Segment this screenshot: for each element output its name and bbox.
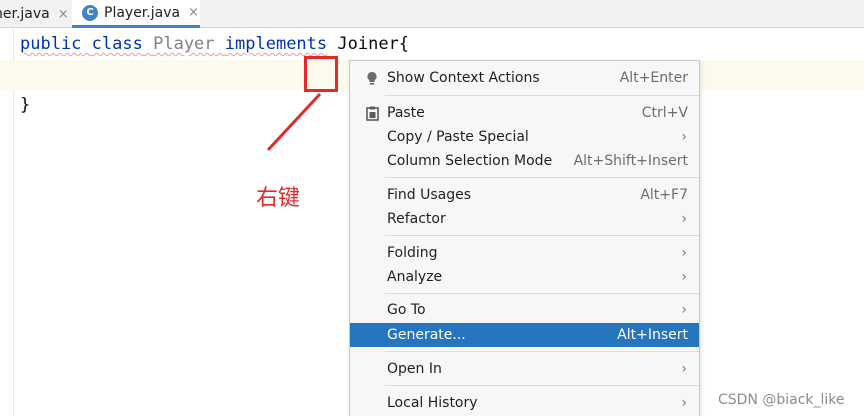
context-menu: Show Context Actions Alt+Enter Paste Ctr… xyxy=(349,60,700,416)
menu-item-open-in[interactable]: Open In › xyxy=(350,357,699,381)
menu-item-folding[interactable]: Folding › xyxy=(350,241,699,265)
chevron-right-icon: › xyxy=(681,269,687,285)
menu-item-shortcut: Alt+Insert xyxy=(617,327,688,343)
watermark: CSDN @biack_like xyxy=(718,392,845,408)
menu-item-label: Refactor xyxy=(387,211,446,227)
menu-separator xyxy=(385,235,699,236)
menu-item-find-usages[interactable]: Find Usages Alt+F7 xyxy=(350,183,699,207)
menu-item-label: Local History xyxy=(387,395,478,411)
menu-item-label: Open In xyxy=(387,361,442,377)
menu-separator xyxy=(385,351,699,352)
chevron-right-icon: › xyxy=(681,395,687,411)
menu-item-generate[interactable]: Generate... Alt+Insert xyxy=(350,323,699,347)
menu-item-label: Analyze xyxy=(387,269,443,285)
menu-item-show-context-actions[interactable]: Show Context Actions Alt+Enter xyxy=(350,66,699,90)
menu-item-label: Folding xyxy=(387,245,438,261)
menu-item-shortcut: Alt+Enter xyxy=(619,70,688,86)
menu-separator xyxy=(385,385,699,386)
menu-item-copy-paste-special[interactable]: Copy / Paste Special › xyxy=(350,125,699,149)
menu-item-label: Column Selection Mode xyxy=(387,153,553,169)
menu-separator xyxy=(385,95,699,96)
menu-item-column-selection-mode[interactable]: Column Selection Mode Alt+Shift+Insert xyxy=(350,149,699,173)
bulb-icon xyxy=(364,70,380,86)
menu-item-label: Copy / Paste Special xyxy=(387,129,529,145)
chevron-right-icon: › xyxy=(681,211,687,227)
menu-item-refactor[interactable]: Refactor › xyxy=(350,207,699,231)
menu-item-label: Generate... xyxy=(387,327,466,343)
menu-item-shortcut: Alt+F7 xyxy=(640,187,688,203)
menu-item-label: Paste xyxy=(387,105,425,121)
menu-item-label: Find Usages xyxy=(387,187,472,203)
chevron-right-icon: › xyxy=(681,129,687,145)
menu-item-local-history[interactable]: Local History › xyxy=(350,391,699,415)
menu-item-go-to[interactable]: Go To › xyxy=(350,298,699,322)
chevron-right-icon: › xyxy=(681,361,687,377)
menu-item-analyze[interactable]: Analyze › xyxy=(350,265,699,289)
menu-item-paste[interactable]: Paste Ctrl+V xyxy=(350,101,699,125)
menu-item-label: Show Context Actions xyxy=(387,70,540,86)
menu-item-shortcut: Alt+Shift+Insert xyxy=(573,153,688,169)
chevron-right-icon: › xyxy=(681,245,687,261)
menu-separator xyxy=(385,293,699,294)
chevron-right-icon: › xyxy=(681,302,687,318)
menu-item-label: Go To xyxy=(387,302,426,318)
menu-separator xyxy=(385,177,699,178)
annotation-label: 右键 xyxy=(256,186,301,211)
clipboard-icon xyxy=(364,105,380,121)
menu-item-shortcut: Ctrl+V xyxy=(641,105,688,121)
